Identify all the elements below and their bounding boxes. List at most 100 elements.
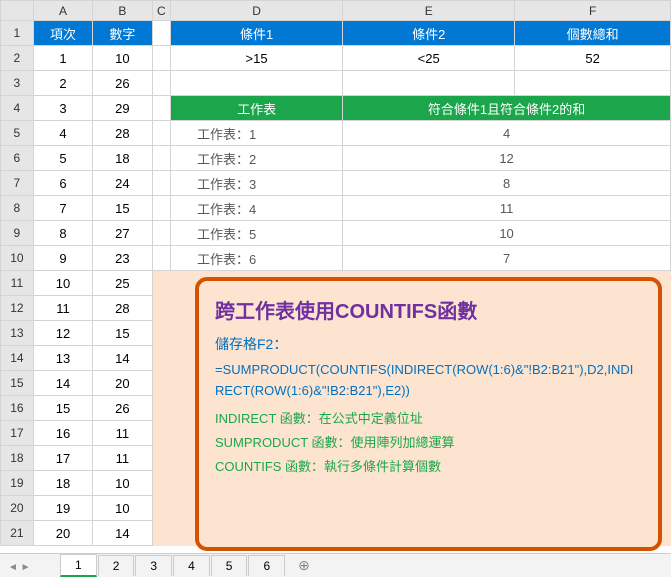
cell-blank[interactable] [152,46,170,71]
row-header[interactable]: 21 [1,521,34,546]
cell-sheet-val[interactable]: 10 [343,221,671,246]
tab-nav-icon[interactable]: ◄ ► [8,562,31,573]
col-header-E[interactable]: E [343,1,515,21]
col-header-B[interactable]: B [93,1,152,21]
row-header[interactable]: 3 [1,71,34,96]
cell-data[interactable]: 10 [93,46,152,71]
col-header-C[interactable]: C [152,1,170,21]
cell-blank[interactable] [515,71,671,96]
cell-data[interactable]: 29 [93,96,152,121]
cell-blank[interactable] [152,171,170,196]
cell-data[interactable]: 27 [93,221,152,246]
row-header[interactable]: 4 [1,96,34,121]
cell-sheet-label[interactable]: 工作表：2 [171,146,343,171]
cell-sheet-val[interactable]: 12 [343,146,671,171]
row-header[interactable]: 17 [1,421,34,446]
cell-data[interactable]: 8 [33,221,92,246]
header-summatch[interactable]: 符合條件1且符合條件2的和 [343,96,671,121]
row-header[interactable]: 10 [1,246,34,271]
cell-data[interactable]: 3 [33,96,92,121]
row-header[interactable]: 20 [1,496,34,521]
cell-data[interactable]: 19 [33,496,92,521]
cell-data[interactable]: 10 [33,271,92,296]
cell-data[interactable]: 11 [93,421,152,446]
header-number[interactable]: 數字 [93,21,152,46]
row-header[interactable]: 19 [1,471,34,496]
cell-blank[interactable] [152,146,170,171]
cell-data[interactable]: 20 [93,371,152,396]
sheet-tab-2[interactable]: 2 [98,555,135,576]
cell-data[interactable]: 10 [93,471,152,496]
cell-sheet-label[interactable]: 工作表：4 [171,196,343,221]
col-header-D[interactable]: D [171,1,343,21]
cell-sheet-label[interactable]: 工作表：1 [171,121,343,146]
row-header[interactable]: 2 [1,46,34,71]
cell-blank[interactable] [152,71,170,96]
cell-blank[interactable] [152,21,170,46]
header-item[interactable]: 項次 [33,21,92,46]
cell-data[interactable]: 18 [93,146,152,171]
cell-sheet-val[interactable]: 8 [343,171,671,196]
cell-blank[interactable] [152,246,170,271]
cell-sheet-val[interactable]: 7 [343,246,671,271]
cell-data[interactable]: 25 [93,271,152,296]
header-countsum[interactable]: 個數總和 [515,21,671,46]
cell-data[interactable]: 11 [93,446,152,471]
cell-data[interactable]: 14 [93,521,152,546]
cell-data[interactable]: 9 [33,246,92,271]
row-header[interactable]: 14 [1,346,34,371]
sheet-tab-5[interactable]: 5 [211,555,248,576]
cell-data[interactable]: 14 [33,371,92,396]
cell-cond1[interactable]: >15 [171,46,343,71]
sheet-tab-6[interactable]: 6 [248,555,285,576]
cell-blank[interactable] [171,71,343,96]
cell-cond2[interactable]: <25 [343,46,515,71]
cell-data[interactable]: 18 [33,471,92,496]
cell-sheet-val[interactable]: 4 [343,121,671,146]
header-cond1[interactable]: 條件1 [171,21,343,46]
cell-data[interactable]: 5 [33,146,92,171]
row-header[interactable]: 1 [1,21,34,46]
row-header[interactable]: 16 [1,396,34,421]
row-header[interactable]: 13 [1,321,34,346]
cell-data[interactable]: 16 [33,421,92,446]
cell-data[interactable]: 28 [93,296,152,321]
cell-sheet-val[interactable]: 11 [343,196,671,221]
cell-data[interactable]: 15 [93,196,152,221]
cell-data[interactable]: 14 [93,346,152,371]
cell-data[interactable]: 12 [33,321,92,346]
row-header[interactable]: 7 [1,171,34,196]
cell-data[interactable]: 4 [33,121,92,146]
add-sheet-icon[interactable]: ⊕ [298,557,310,574]
cell-data[interactable]: 20 [33,521,92,546]
cell-sheet-label[interactable]: 工作表：6 [171,246,343,271]
cell-blank[interactable] [152,121,170,146]
cell-data[interactable]: 15 [33,396,92,421]
row-header[interactable]: 8 [1,196,34,221]
row-header[interactable]: 15 [1,371,34,396]
row-header[interactable]: 12 [1,296,34,321]
row-header[interactable]: 18 [1,446,34,471]
cell-data[interactable]: 10 [93,496,152,521]
sheet-tab-3[interactable]: 3 [135,555,172,576]
cell-blank[interactable] [343,71,515,96]
cell-blank[interactable] [152,96,170,121]
cell-data[interactable]: 17 [33,446,92,471]
cell-data[interactable]: 7 [33,196,92,221]
sheet-tab-1[interactable]: 1 [60,554,97,577]
cell-result[interactable]: 52 [515,46,671,71]
header-cond2[interactable]: 條件2 [343,21,515,46]
header-worksheet[interactable]: 工作表 [171,96,343,121]
row-header[interactable]: 11 [1,271,34,296]
cell-data[interactable]: 2 [33,71,92,96]
cell-blank[interactable] [152,221,170,246]
row-header[interactable]: 5 [1,121,34,146]
cell-data[interactable]: 24 [93,171,152,196]
cell-sheet-label[interactable]: 工作表：3 [171,171,343,196]
cell-data[interactable]: 13 [33,346,92,371]
cell-data[interactable]: 23 [93,246,152,271]
col-header-A[interactable]: A [33,1,92,21]
cell-data[interactable]: 11 [33,296,92,321]
cell-data[interactable]: 26 [93,396,152,421]
sheet-tab-4[interactable]: 4 [173,555,210,576]
